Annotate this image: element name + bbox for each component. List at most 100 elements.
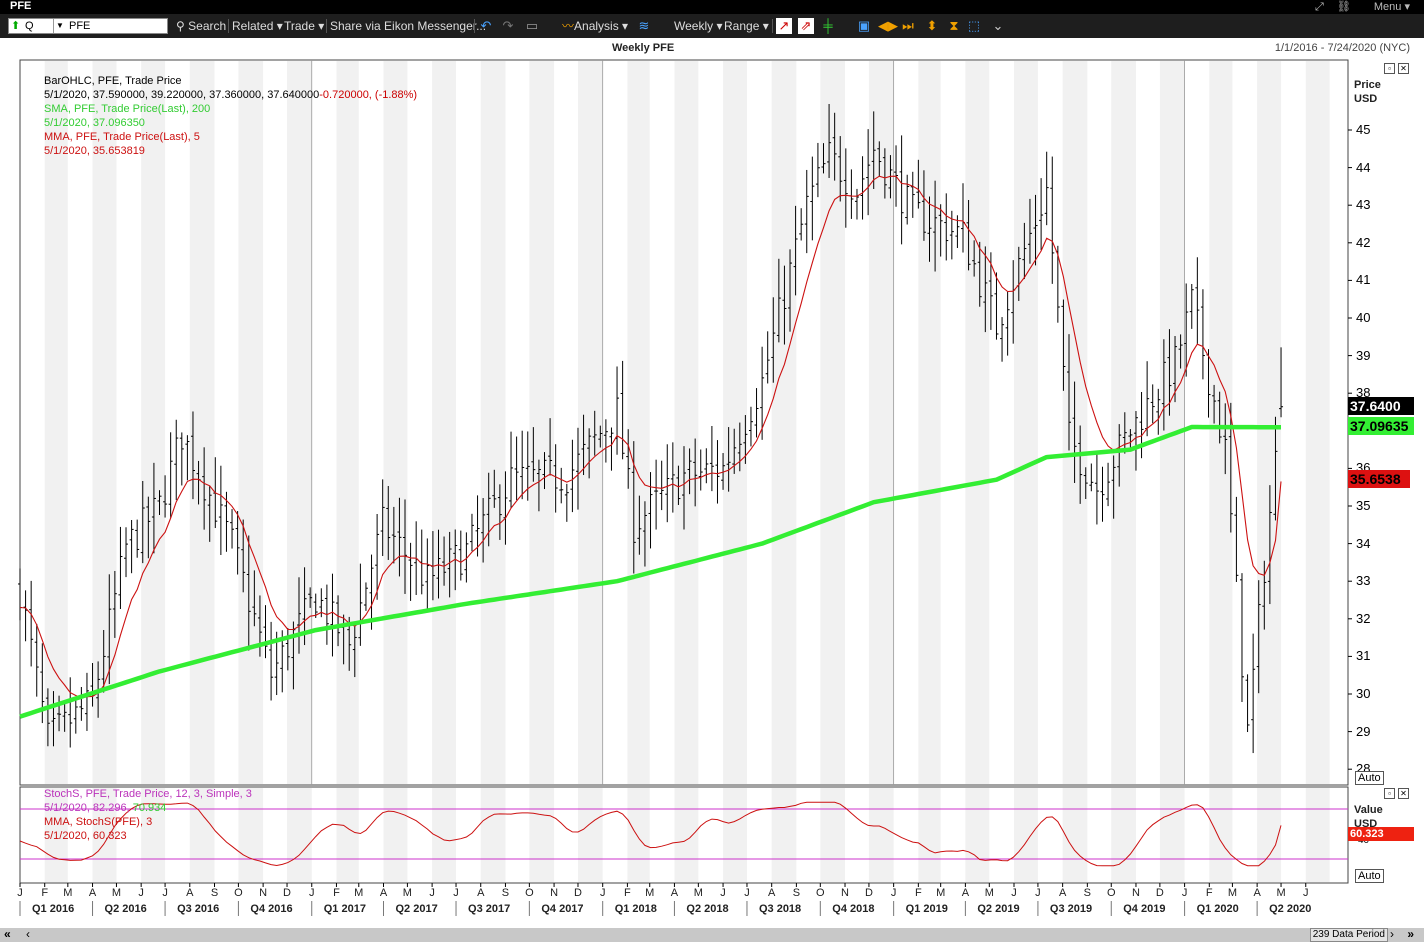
stoch-month-band <box>627 788 650 882</box>
folder-icon[interactable]: ▭ <box>524 18 540 34</box>
x-month-label: N <box>550 887 559 899</box>
share-button[interactable]: Share via Eikon Messenger... <box>330 18 486 34</box>
stoch-month-band <box>771 788 797 882</box>
legend-ohlc-title: BarOHLC, PFE, Trade Price <box>44 75 182 87</box>
month-band <box>965 61 990 784</box>
scroll-left-icon[interactable]: ◀▶ <box>878 18 898 34</box>
x-month-label: M <box>402 887 412 899</box>
legend-mma-value: 5/1/2020, 35.653819 <box>44 145 145 157</box>
range-select[interactable]: Range ▾ <box>724 18 769 34</box>
ric-input-box[interactable]: ⬆ Q ▼ PFE <box>8 18 168 34</box>
price-tick-label: 35 <box>1356 498 1371 513</box>
close-stoch-pane-icon[interactable]: ✕ <box>1398 788 1409 799</box>
x-month-label: S <box>501 887 510 899</box>
legend-sma-value: 5/1/2020, 37.096350 <box>44 117 145 129</box>
x-month-label: S <box>792 887 801 899</box>
x-month-label: J <box>453 887 459 899</box>
x-quarter-label: Q2 2018 <box>686 903 729 915</box>
x-month-label: A <box>670 887 679 899</box>
analysis-menu[interactable]: 〰Analysis ▾ <box>562 18 628 34</box>
price-tick-label: 31 <box>1356 648 1371 664</box>
redo-icon[interactable]: ↷ <box>500 18 516 34</box>
x-month-label: J <box>720 887 726 899</box>
stoch-auto-button[interactable]: Auto <box>1355 869 1384 883</box>
scroll-next-icon[interactable]: › <box>1390 927 1394 941</box>
stoch-month-band <box>674 788 699 882</box>
month-band <box>868 61 894 784</box>
month-band <box>1111 61 1136 784</box>
x-month-label: J <box>1181 887 1188 899</box>
interval-select[interactable]: Weekly ▾ <box>674 18 722 34</box>
compare-chart-icon[interactable]: ⇗ <box>798 18 814 34</box>
price-tick-label: 33 <box>1356 573 1371 589</box>
month-band <box>1014 61 1038 784</box>
x-month-label: S <box>210 887 219 899</box>
layout-icon[interactable]: ▣ <box>856 18 872 34</box>
scroll-first-icon[interactable]: « <box>4 927 11 941</box>
hourglass-icon[interactable]: ⧗ <box>946 18 962 34</box>
month-band <box>480 61 506 784</box>
scrollbar[interactable]: « ‹ 239 Data Period › » <box>0 927 1424 942</box>
stoch-month-band <box>1062 788 1088 882</box>
price-auto-button[interactable]: Auto <box>1355 771 1384 785</box>
price-axis-title: Price USD <box>1354 79 1381 105</box>
x-month-label: J <box>17 887 23 899</box>
x-quarter-label: Q3 2018 <box>758 903 802 915</box>
chevron-down-icon[interactable]: ▼ <box>53 19 66 33</box>
line-chart-icon[interactable]: ↗ <box>776 18 792 34</box>
related-menu[interactable]: Related ▾ <box>232 18 283 34</box>
zoom-icon[interactable]: ⏭ <box>900 18 916 34</box>
legend-sma-title: SMA, PFE, Trade Price(Last), 200 <box>44 103 211 115</box>
stoch-month-band <box>1111 788 1136 882</box>
x-month-label: N <box>259 887 268 899</box>
x-quarter-label: Q1 2017 <box>323 903 366 915</box>
scroll-prev-icon[interactable]: ‹ <box>26 927 30 941</box>
x-axis-months: JFMAMJJASONDJFMAMJJASONDJFMAMJJASONDJFMA… <box>0 887 1424 901</box>
x-month-label: O <box>525 887 534 899</box>
ric-input[interactable]: PFE <box>69 19 90 33</box>
month-band <box>383 61 408 784</box>
popout-icon[interactable]: ⤢ <box>1315 1 1324 13</box>
close-pane-icon[interactable]: ✕ <box>1398 63 1409 74</box>
restore-stoch-pane-icon[interactable]: ▫ <box>1384 788 1395 799</box>
x-month-label: M <box>1227 887 1237 899</box>
trade-menu[interactable]: Trade ▾ <box>284 18 324 34</box>
price-tick-label: 43 <box>1356 197 1371 213</box>
x-quarter-label: Q1 2020 <box>1196 903 1239 915</box>
price-tick-label: 42 <box>1356 234 1371 250</box>
month-band <box>1257 61 1282 784</box>
overlay-icon[interactable]: ≋ <box>636 18 652 34</box>
last-price-tag: 37.6400 <box>1348 397 1414 415</box>
month-band <box>577 61 603 784</box>
chart-area: Weekly PFE 1/1/2016 - 7/24/2020 (NYC) Ba… <box>0 38 1424 942</box>
x-month-label: A <box>477 887 485 899</box>
up-arrow-icon: ⬆ <box>11 20 21 32</box>
window-controls[interactable]: ⤢ ⛓ Menu ▾ <box>1305 0 1410 14</box>
link-icon[interactable]: ⛓ <box>1337 1 1351 13</box>
x-month-label: J <box>1303 887 1309 899</box>
month-band <box>1305 61 1330 784</box>
scroll-last-icon[interactable]: » <box>1407 927 1414 941</box>
expand-vertical-icon[interactable]: ⬍ <box>924 18 940 34</box>
more-icon[interactable]: ⌄ <box>990 18 1006 34</box>
undo-icon[interactable]: ↶ <box>478 18 494 34</box>
price-tick-label: 40 <box>1356 310 1371 325</box>
x-quarter-label: Q1 2018 <box>614 903 657 915</box>
search-button[interactable]: ⚲ Search <box>176 18 226 34</box>
price-tick-label: 34 <box>1356 535 1371 551</box>
restore-pane-icon[interactable]: ▫ <box>1384 63 1395 74</box>
month-band <box>287 61 312 784</box>
x-month-label: M <box>693 887 703 899</box>
x-quarter-label: Q2 2019 <box>977 903 1020 915</box>
menu-button[interactable]: Menu ▾ <box>1364 1 1410 13</box>
x-quarter-label: Q3 2017 <box>468 903 511 915</box>
x-quarter-label: Q3 2019 <box>1049 903 1093 915</box>
price-tick-label: 30 <box>1356 686 1371 701</box>
x-month-label: M <box>111 887 122 899</box>
stoch-month-band <box>868 788 894 882</box>
legend-stoch-value: 5/1/2020, 82.296, 70.934 <box>44 802 167 814</box>
stoch-month-band <box>1257 788 1282 882</box>
x-month-label: J <box>1011 887 1017 899</box>
select-tool-icon[interactable]: ⬚ <box>966 18 982 34</box>
crosshair-icon[interactable]: ╪ <box>820 18 836 34</box>
